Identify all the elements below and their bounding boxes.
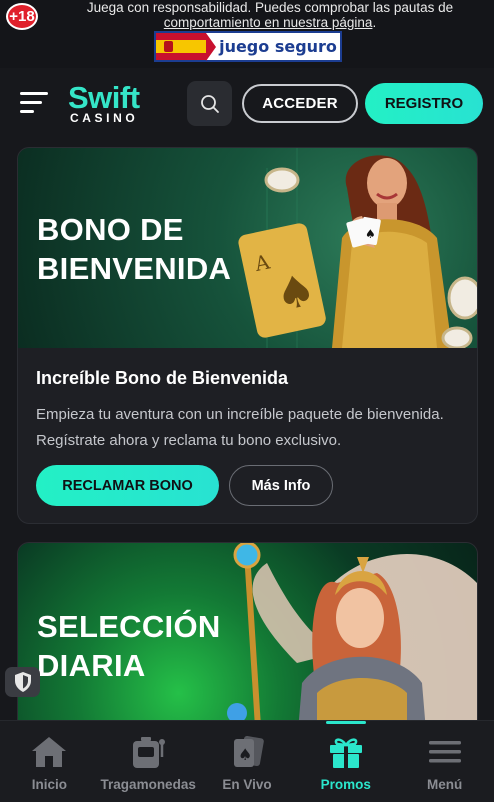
hero-title-line-2: DIARIA <box>37 648 146 683</box>
login-button[interactable]: ACCEDER <box>242 84 358 123</box>
age-restriction-badge: +18 <box>6 3 38 30</box>
nav-item-en-vivo[interactable]: ♠ En Vivo <box>198 721 297 802</box>
claim-bonus-button[interactable]: RECLAMAR BONO <box>36 465 219 506</box>
nav-label: Tragamonedas <box>100 777 196 792</box>
promo-hero-banner: ♠ A ♠ BONO DE BIENVENIDA <box>18 148 477 348</box>
juego-seguro-seal[interactable]: juego seguro <box>154 31 342 62</box>
nav-label: Inicio <box>31 777 68 792</box>
promo-hero-title: BONO DE BIENVENIDA <box>37 210 231 288</box>
slot-machine-icon <box>133 737 166 768</box>
hero-title-line-2: BIENVENIDA <box>37 251 232 286</box>
promo-hero-title: SELECCIÓN DIARIA <box>37 607 221 685</box>
nav-item-menu[interactable]: Menú <box>395 721 494 802</box>
bottom-navigation: Inicio Tragamonedas ♠ En Vivo Promos Men… <box>0 720 494 802</box>
nav-label: Promos <box>320 777 371 792</box>
cards-icon: ♠ <box>233 735 264 767</box>
promo-subtitle: Increíble Bono de Bienvenida <box>36 368 289 388</box>
notice-text: Juega con responsabilidad. Puedes compro… <box>86 0 454 15</box>
nav-item-promos[interactable]: Promos <box>296 721 395 802</box>
seal-text: juego seguro <box>216 37 340 56</box>
promo-card-daily-selection: SELECCIÓN DIARIA <box>17 542 478 742</box>
more-info-button[interactable]: Más Info <box>229 465 333 506</box>
privacy-settings-button[interactable] <box>5 667 40 697</box>
logo-sub-text: CASINO <box>70 111 139 125</box>
search-icon <box>200 94 219 113</box>
spain-flag-icon <box>156 33 206 60</box>
behaviour-guidelines-link[interactable]: comportamiento en nuestra página <box>164 15 373 30</box>
swift-casino-logo[interactable]: Swift CASINO <box>68 82 154 126</box>
page: +18 Juega con responsabilidad. Puedes co… <box>0 0 494 802</box>
nav-label: En Vivo <box>222 777 272 792</box>
promo-card-welcome-bonus: ♠ A ♠ BONO DE BIENVENIDA Increíble Bono … <box>17 147 478 524</box>
promo-description: Empieza tu aventura con un increíble paq… <box>36 406 444 449</box>
gift-icon <box>329 738 362 768</box>
site-header: Swift CASINO ACCEDER REGISTRO <box>0 68 494 142</box>
hamburger-menu-icon[interactable] <box>20 92 48 114</box>
woman-with-cards-illustration: ♠ A ♠ <box>238 148 477 348</box>
nav-item-tragamonedas[interactable]: Tragamonedas <box>99 721 198 802</box>
register-button[interactable]: REGISTRO <box>365 83 483 124</box>
home-icon <box>32 737 67 767</box>
promo-hero-banner: SELECCIÓN DIARIA <box>18 543 477 741</box>
nav-label: Menú <box>426 777 463 792</box>
responsible-gambling-notice: Juega con responsabilidad. Puedes compro… <box>60 0 480 30</box>
promo-actions: RECLAMAR BONO Más Info <box>36 465 333 506</box>
logo-main-text: Swift <box>68 80 140 115</box>
menu-icon <box>428 741 461 763</box>
notice-end: . <box>372 15 377 30</box>
shield-icon <box>14 672 31 692</box>
winged-warrior-illustration <box>227 543 477 741</box>
hero-title-line-1: BONO DE <box>37 212 184 247</box>
svg-text:♠: ♠ <box>238 745 252 764</box>
hero-title-line-1: SELECCIÓN <box>37 609 221 644</box>
svg-text:♠: ♠ <box>365 227 376 241</box>
search-button[interactable] <box>187 81 232 126</box>
seal-arrow-icon <box>206 32 216 61</box>
promo-card-body: Increíble Bono de Bienvenida Empieza tu … <box>18 368 477 454</box>
nav-item-inicio[interactable]: Inicio <box>0 721 99 802</box>
responsible-gambling-bar: +18 Juega con responsabilidad. Puedes co… <box>0 0 494 68</box>
